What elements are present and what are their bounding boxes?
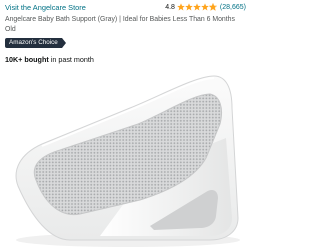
bought-count: 10K+ bought [5,55,49,64]
star-icon [208,3,217,11]
star-icon [201,3,209,11]
header-row: Visit the Angelcare Store 4.8 (28,665) [5,1,246,13]
product-title: Angelcare Baby Bath Support (Gray) | Ide… [5,16,235,33]
visit-store-link[interactable]: Visit the Angelcare Store [5,3,86,12]
star-icon [177,3,185,11]
star-icon [185,3,193,11]
star-icon [193,3,201,11]
bought-period: in past month [48,55,94,64]
rating-value: 4.8 [165,3,175,11]
bought-in-past-month: 10K+ bought in past month [5,55,94,64]
rating-count-link[interactable]: (28,665) [220,4,246,11]
amazons-choice-badge: Amazon's Choice [5,38,66,48]
star-rating[interactable] [177,3,217,11]
product-image[interactable] [0,68,250,250]
rating-summary[interactable]: 4.8 (28,665) [165,3,246,11]
